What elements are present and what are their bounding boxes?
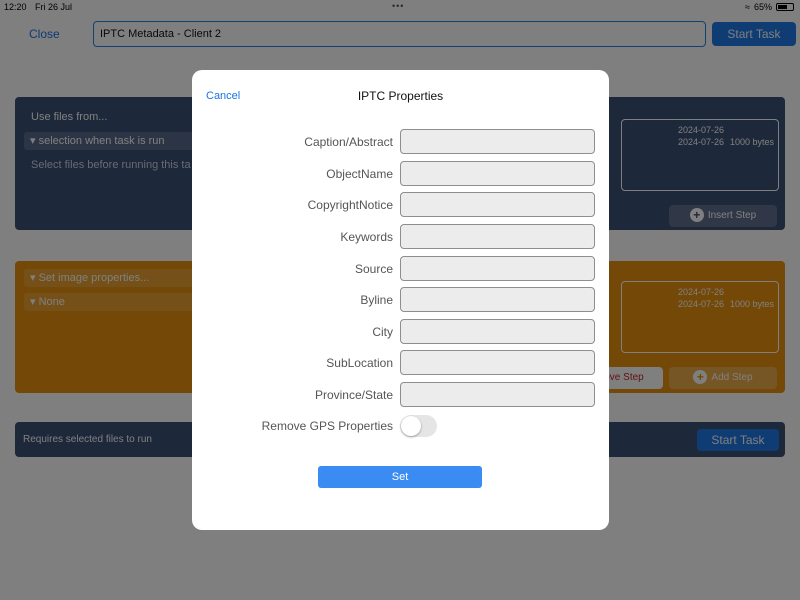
field-caption-abstract: Caption/Abstract	[192, 129, 609, 155]
field-province-state: Province/State	[192, 382, 609, 408]
field-sublocation: SubLocation	[192, 350, 609, 376]
field-label: City	[372, 325, 393, 339]
field-label: Province/State	[314, 388, 393, 402]
field-label: CopyrightNotice	[307, 198, 393, 212]
toggle-knob	[401, 416, 421, 436]
field-label: Keywords	[340, 230, 393, 244]
copyright-notice-input[interactable]	[400, 192, 595, 217]
caption-abstract-input[interactable]	[400, 129, 595, 154]
field-label: Byline	[360, 293, 393, 307]
source-input[interactable]	[400, 256, 595, 281]
iptc-properties-dialog: Cancel IPTC Properties Caption/Abstract …	[192, 70, 609, 530]
province-state-input[interactable]	[400, 382, 595, 407]
keywords-input[interactable]	[400, 224, 595, 249]
field-city: City	[192, 319, 609, 345]
dialog-title: IPTC Properties	[357, 89, 444, 103]
field-copyright-notice: CopyrightNotice	[192, 192, 609, 218]
field-object-name: ObjectName	[192, 161, 609, 187]
object-name-input[interactable]	[400, 161, 595, 186]
city-input[interactable]	[400, 319, 595, 344]
field-remove-gps: Remove GPS Properties	[192, 413, 609, 439]
set-button[interactable]: Set	[318, 466, 482, 488]
field-keywords: Keywords	[192, 224, 609, 250]
field-label: SubLocation	[326, 356, 393, 370]
field-source: Source	[192, 256, 609, 282]
field-label: ObjectName	[326, 167, 393, 181]
byline-input[interactable]	[400, 287, 595, 312]
sublocation-input[interactable]	[400, 350, 595, 375]
field-label: Remove GPS Properties	[261, 419, 393, 433]
field-byline: Byline	[192, 287, 609, 313]
remove-gps-toggle[interactable]	[400, 415, 437, 437]
field-label: Source	[354, 262, 393, 276]
field-label: Caption/Abstract	[304, 135, 393, 149]
